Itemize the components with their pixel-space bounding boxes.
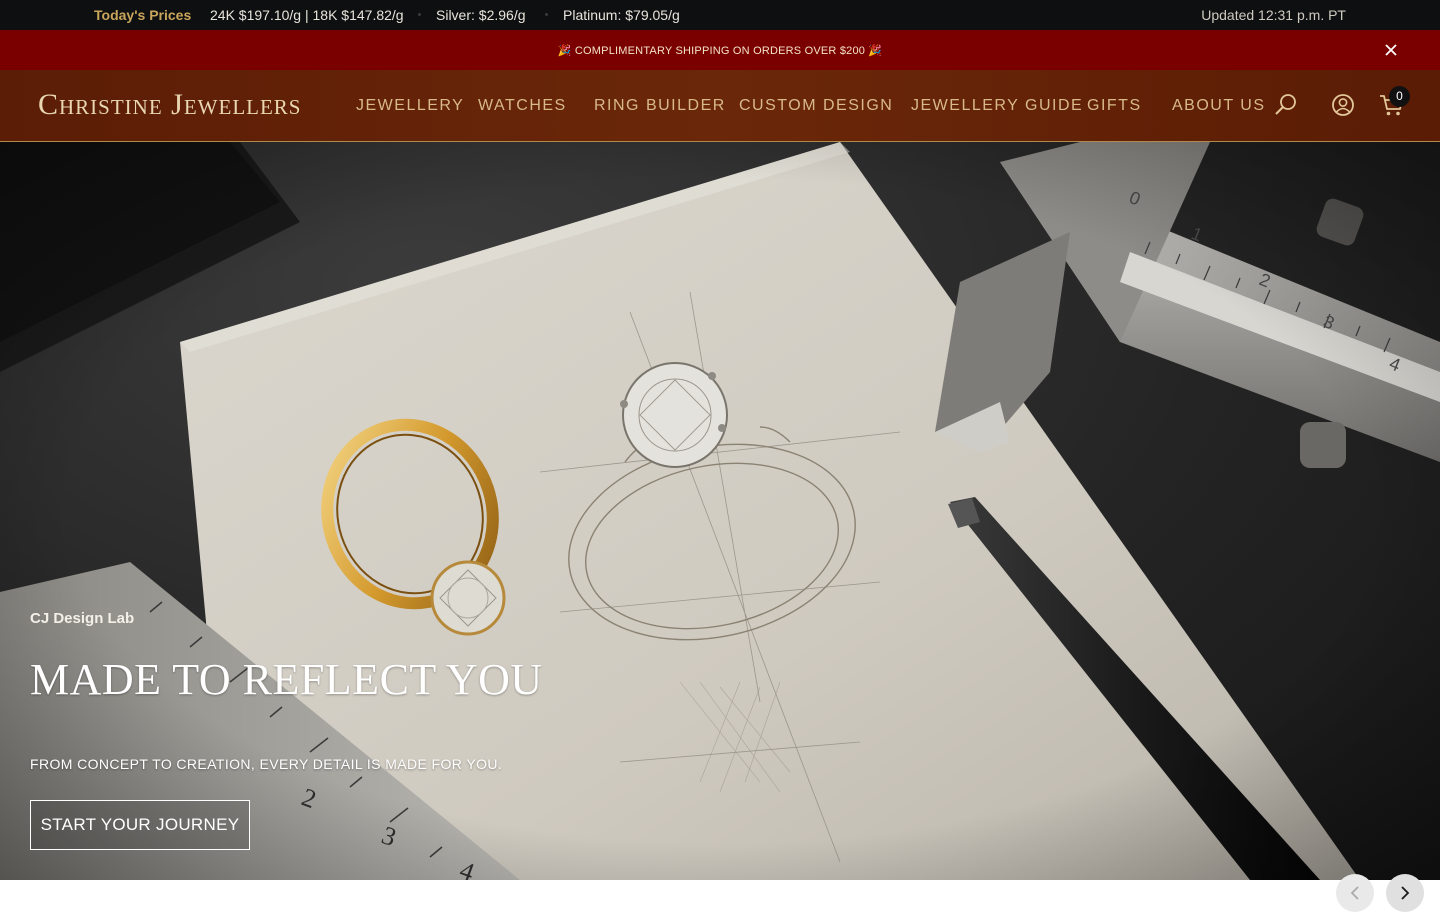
site-logo[interactable]: Christine Jewellers <box>38 88 302 122</box>
search-icon[interactable] <box>1273 92 1299 118</box>
nav-ring-builder[interactable]: RING BUILDER <box>594 97 726 115</box>
nav-custom-design[interactable]: CUSTOM DESIGN <box>739 97 893 115</box>
separator-dot <box>545 13 548 16</box>
promo-banner: 🎉 COMPLIMENTARY SHIPPING ON ORDERS OVER … <box>0 30 1440 70</box>
separator-dot <box>418 13 421 16</box>
hero-banner: 2 3 4 0 1 2 3 4 CJ Design Lab MADE TO R <box>0 142 1440 880</box>
close-icon[interactable] <box>1382 41 1400 59</box>
start-journey-button[interactable]: START YOUR JOURNEY <box>30 800 250 850</box>
prices-label: Today's Prices <box>94 7 192 23</box>
chevron-left-icon <box>1350 886 1359 900</box>
platinum-price: Platinum: $79.05/g <box>563 7 680 23</box>
promo-text: 🎉 COMPLIMENTARY SHIPPING ON ORDERS OVER … <box>557 45 883 57</box>
prices-updated-time: Updated 12:31 p.m. PT <box>1201 7 1346 23</box>
gold-price: 24K $197.10/g | 18K $147.82/g <box>210 7 404 23</box>
silver-price: Silver: $2.96/g <box>436 7 526 23</box>
carousel-prev-button[interactable] <box>1336 874 1374 912</box>
account-icon[interactable] <box>1330 92 1356 118</box>
cart-count-badge: 0 <box>1389 86 1410 107</box>
nav-about-us[interactable]: ABOUT US <box>1172 97 1266 115</box>
nav-watches[interactable]: WATCHES <box>478 97 567 115</box>
chevron-right-icon <box>1401 886 1410 900</box>
nav-jewellery[interactable]: JEWELLERY <box>356 97 464 115</box>
hero-title: MADE TO REFLECT YOU <box>30 655 543 704</box>
nav-gifts[interactable]: GIFTS <box>1087 97 1142 115</box>
nav-jewellery-guide[interactable]: JEWELLERY GUIDE <box>911 97 1083 115</box>
hero-subtitle: FROM CONCEPT TO CREATION, EVERY DETAIL I… <box>30 756 503 772</box>
metal-prices-bar: Today's Prices 24K $197.10/g | 18K $147.… <box>0 0 1440 30</box>
site-header: Christine Jewellers JEWELLERY WATCHES RI… <box>0 70 1440 142</box>
hero-eyebrow: CJ Design Lab <box>30 610 135 627</box>
carousel-next-button[interactable] <box>1386 874 1424 912</box>
